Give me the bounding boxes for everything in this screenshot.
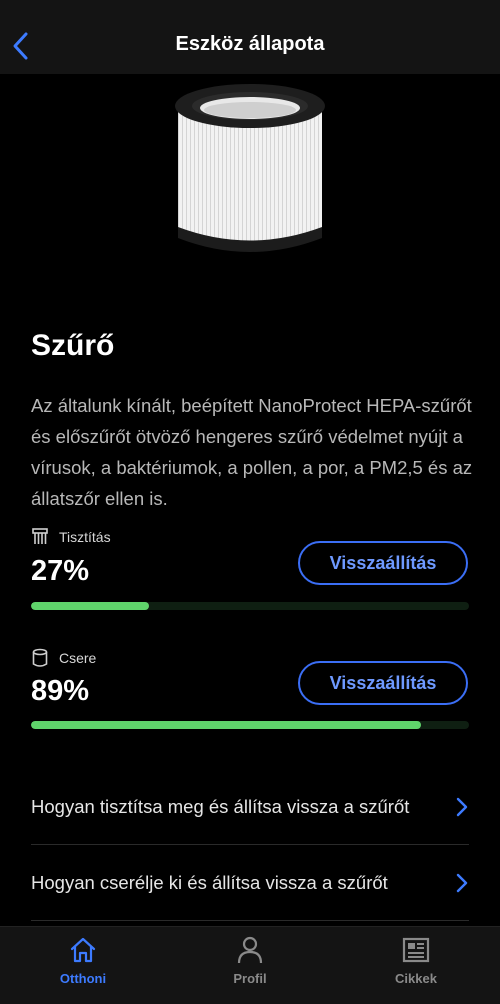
cleaning-label-row: Tisztítás: [31, 528, 111, 546]
replace-label-row: Csere: [31, 648, 96, 668]
chevron-right-icon: [456, 873, 468, 893]
filter-title: Szűrő: [31, 329, 115, 362]
link-clean-filter-label: Hogyan tisztítsa meg és állítsa vissza a…: [31, 796, 410, 817]
header-bar: Eszköz állapota: [0, 0, 500, 74]
replace-value: 89%: [31, 675, 90, 707]
user-icon: [237, 936, 263, 964]
tab-profile-label: Profil: [233, 971, 267, 986]
bottom-tab-bar: Otthoni Profil Cikkek: [0, 926, 500, 1004]
home-icon: [70, 937, 96, 963]
chevron-right-icon: [456, 797, 468, 817]
article-icon: [402, 937, 430, 963]
link-replace-filter-label: Hogyan cserélje ki és állítsa vissza a s…: [31, 872, 388, 893]
page-title: Eszköz állapota: [175, 33, 325, 55]
filter-description: Az általunk kínált, beépített NanoProtec…: [31, 395, 473, 509]
replace-progress-bar: [31, 721, 469, 729]
cylinder-icon: [32, 648, 48, 667]
replace-progress-fill: [31, 721, 421, 729]
replace-label: Csere: [59, 650, 97, 666]
link-clean-filter[interactable]: Hogyan tisztítsa meg és állítsa vissza a…: [31, 770, 469, 845]
cleaning-value: 27%: [31, 555, 90, 587]
cleaning-label: Tisztítás: [59, 529, 111, 545]
tab-home-label: Otthoni: [59, 971, 107, 986]
tab-articles-label: Cikkek: [395, 971, 437, 986]
cleaning-progress-fill: [31, 602, 150, 610]
tab-articles[interactable]: Cikkek: [356, 935, 476, 986]
link-replace-filter[interactable]: Hogyan cserélje ki és állítsa vissza a s…: [31, 846, 469, 921]
filter-image: [175, 84, 325, 252]
brush-icon: [32, 528, 48, 544]
cleaning-reset-button[interactable]: Visszaállítás: [298, 541, 468, 585]
replace-reset-button[interactable]: Visszaállítás: [298, 661, 468, 705]
tab-profile[interactable]: Profil: [190, 935, 310, 986]
cleaning-progress-bar: [31, 602, 469, 610]
tab-home[interactable]: Otthoni: [23, 935, 143, 986]
